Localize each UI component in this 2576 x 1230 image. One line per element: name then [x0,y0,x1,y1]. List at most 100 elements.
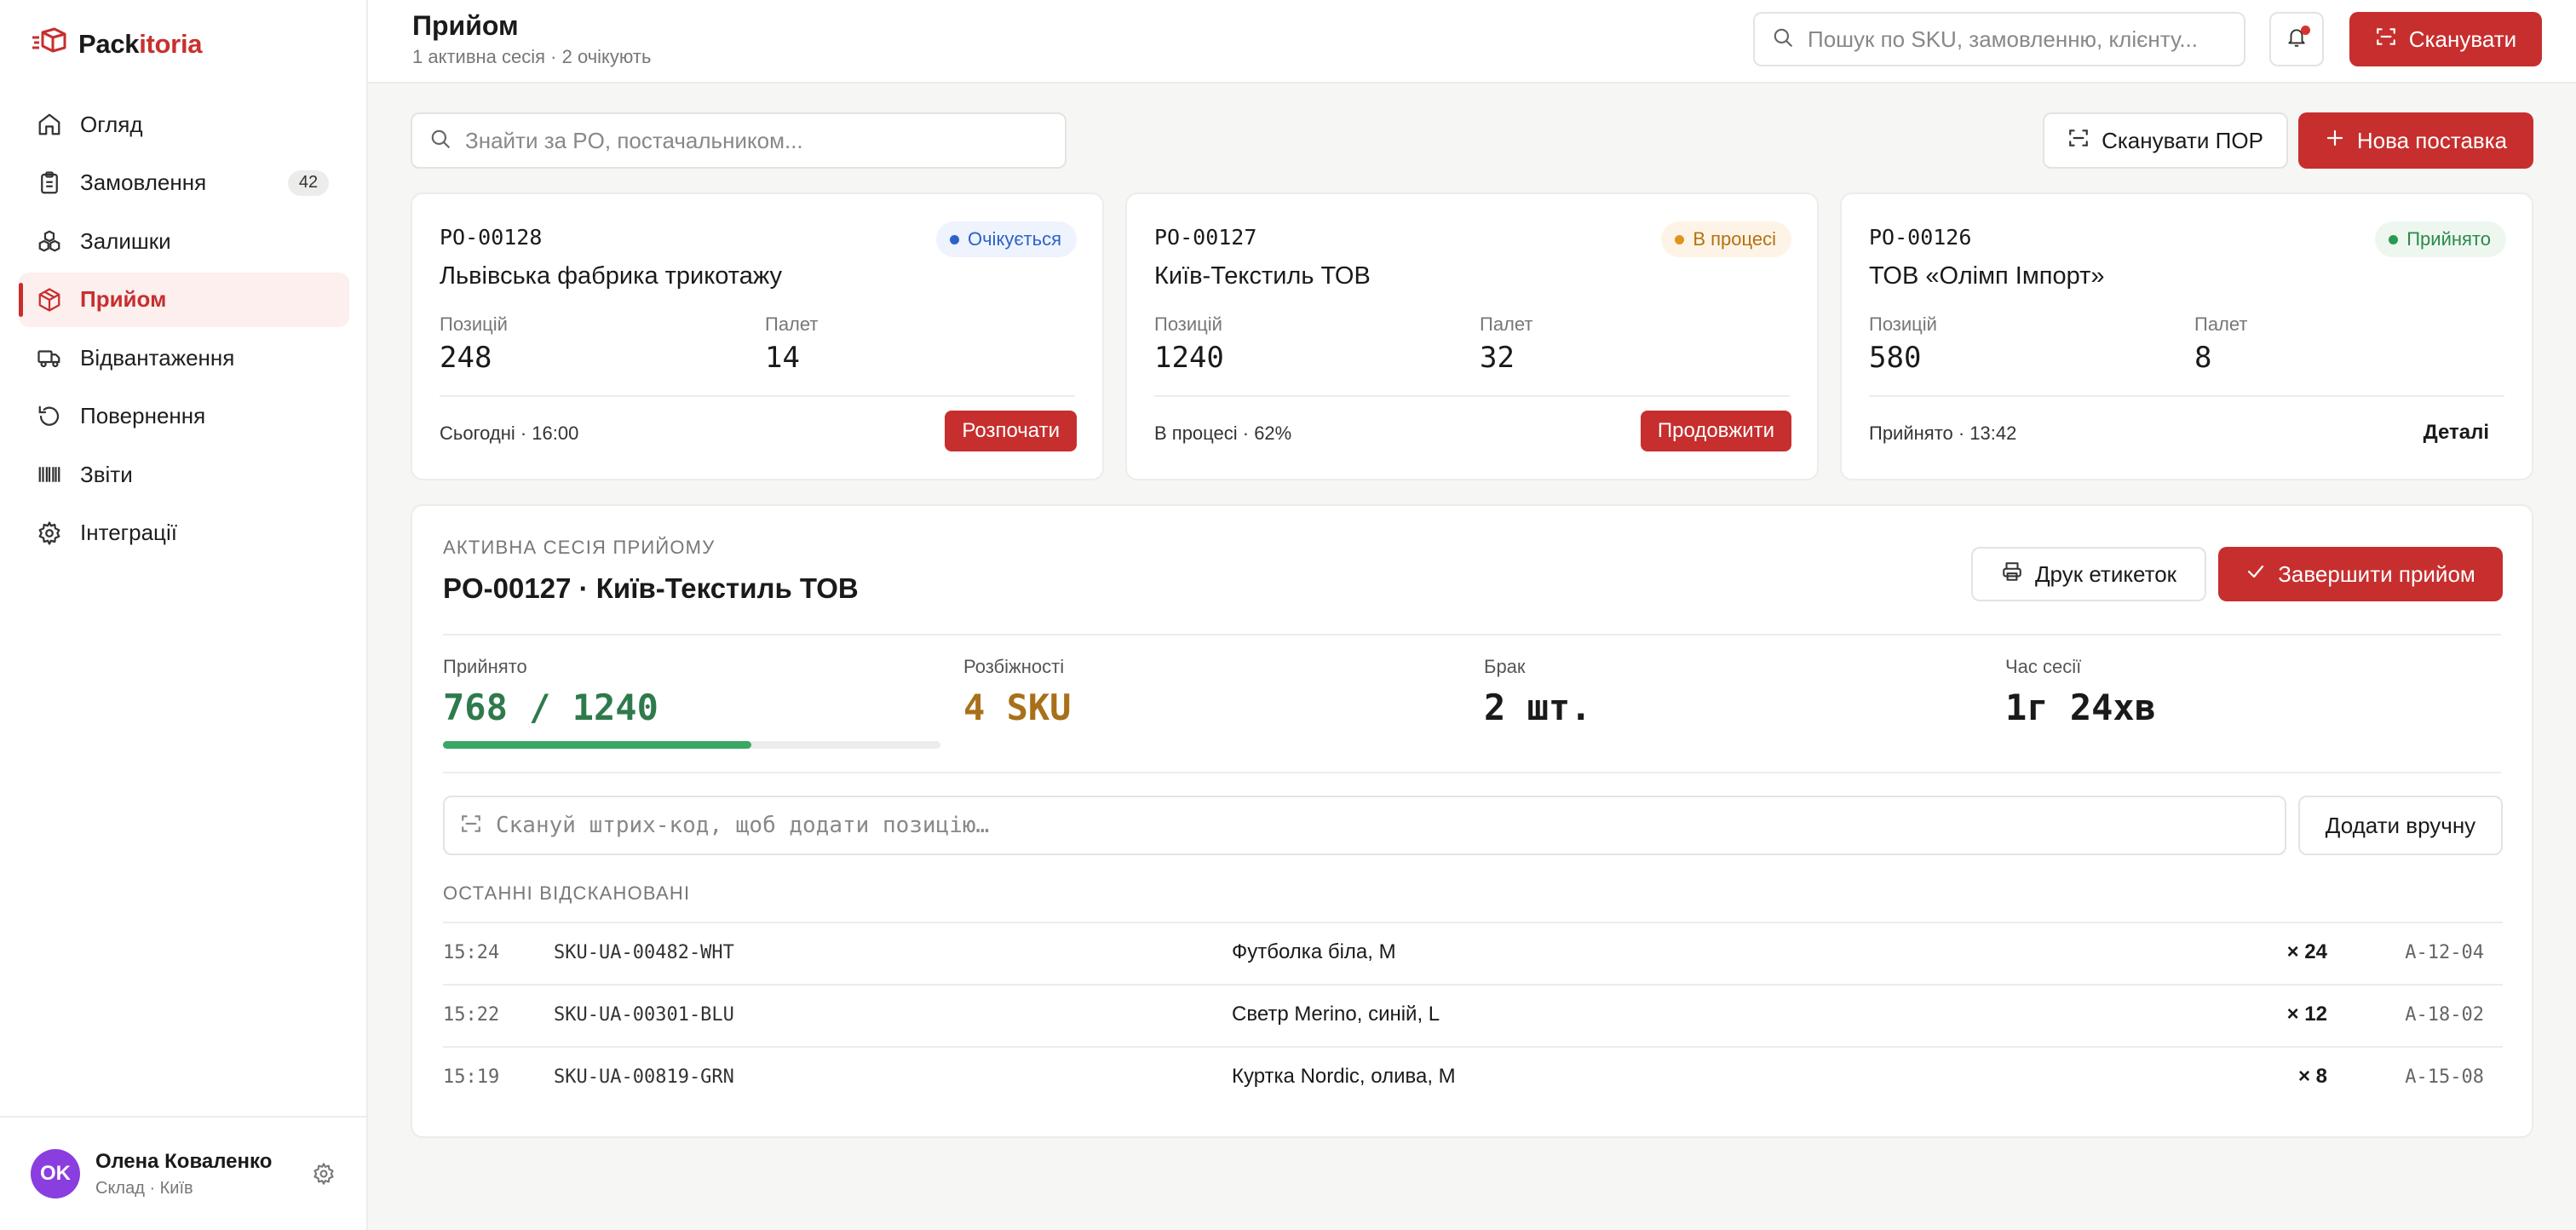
status-dot [2389,234,2399,244]
scan-location: A-15-08 [2405,1066,2484,1088]
po-number: PO-00127 [1154,225,1257,250]
kpi-label: Розбіжності [963,656,1065,677]
pallets-value: 32 [1480,341,1515,375]
positions-label: Позицій [1869,313,1937,335]
details-button[interactable]: Деталі [2424,421,2489,445]
po-filter-input[interactable] [465,127,1065,154]
logo-text-main: Pack [78,29,140,59]
kpi-accepted: Прийнято 768 / 1240 [443,656,658,728]
barcode-icon [36,461,63,488]
sidebar-item-label: Повернення [80,403,206,428]
user-profile[interactable]: OK Олена Коваленко Склад · Київ [0,1116,366,1230]
po-number: PO-00126 [1869,225,1972,250]
printer-icon [2001,560,2023,589]
truck-icon [36,344,63,371]
scan-location: A-12-04 [2405,942,2484,963]
po-card[interactable]: PO-00127 Київ-Текстиль ТОВ В процесі Поз… [1125,193,1819,480]
accepted-progress-bar [443,741,940,749]
sidebar-item-integrations[interactable]: Інтеграції [19,506,349,560]
start-button[interactable]: Розпочати [945,411,1077,451]
scan-time: 15:19 [443,1066,500,1088]
po-supplier: ТОВ «Олімп Імпорт» [1869,262,2105,290]
status-badge: Прийнято [2375,221,2506,257]
kpi-label: Брак [1484,656,1526,677]
po-card[interactable]: PO-00126 ТОВ «Олімп Імпорт» Прийнято Поз… [1840,193,2533,480]
positions-value: 248 [440,341,492,375]
notifications-button[interactable] [2269,12,2324,66]
kpi-label: Прийнято [443,656,527,677]
scan-qty: × 8 [2297,1065,2327,1088]
scan-time: 15:24 [443,942,500,963]
sidebar-item-overview[interactable]: Огляд [19,97,349,152]
card-footer-info: В процесі · 62% [1154,422,1292,444]
po-card[interactable]: PO-00128 Львівська фабрика трикотажу Очі… [411,193,1104,480]
status-dot [1675,234,1685,244]
logo[interactable]: Packitoria [31,26,203,63]
sidebar-item-orders[interactable]: Замовлення 42 [19,156,349,210]
scan-qty: × 24 [2286,940,2327,963]
check-icon [2245,561,2266,588]
print-labels-button[interactable]: Друк етикеток [1971,547,2206,601]
gear-icon [36,520,63,547]
sidebar-nav: Огляд Замовлення 42 Залишки Прийом Відва… [19,97,349,564]
list-item[interactable]: 15:19 SKU-UA-00819-GRN Куртка Nordic, ол… [443,1046,2503,1108]
sidebar-item-receiving[interactable]: Прийом [19,272,349,327]
list-item[interactable]: 15:24 SKU-UA-00482-WHT Футболка біла, M … [443,922,2503,984]
kpi-label: Час сесії [2005,656,2082,677]
kpi-defects: Брак 2 шт. [1484,656,1591,728]
sidebar: Packitoria Огляд Замовлення 42 Залишки П… [0,0,368,1230]
add-manually-button[interactable]: Додати вручну [2298,796,2503,855]
recent-scans-list: 15:24 SKU-UA-00482-WHT Футболка біла, M … [443,922,2503,1108]
positions-label: Позицій [1154,313,1222,335]
scan-por-label: Сканувати ПОР [2102,127,2263,153]
po-supplier: Київ-Текстиль ТОВ [1154,262,1371,290]
finish-receiving-button[interactable]: Завершити прийом [2218,547,2503,601]
divider [440,395,1075,397]
barcode-scan-field[interactable] [443,796,2286,855]
positions-label: Позицій [440,313,508,335]
pallets-label: Палет [765,313,819,335]
scan-icon [460,813,482,839]
sidebar-item-returns[interactable]: Повернення [19,389,349,444]
user-role: Склад · Київ [95,1178,193,1198]
status-badge: Очікується [935,221,1077,257]
sidebar-item-shipping[interactable]: Відвантаження [19,330,349,385]
divider [1154,395,1790,397]
sidebar-item-reports[interactable]: Звіти [19,447,349,502]
pallets-value: 14 [765,341,800,375]
scan-icon [2067,127,2090,155]
scan-button[interactable]: Сканувати [2349,12,2542,66]
global-search-input[interactable] [1808,26,2244,53]
scan-sku: SKU-UA-00301-BLU [554,1004,734,1026]
kpi-value: 768 / 1240 [443,687,658,728]
list-item[interactable]: 15:22 SKU-UA-00301-BLU Светр Merino, син… [443,984,2503,1046]
scan-sku: SKU-UA-00482-WHT [554,942,734,963]
status-dot [949,234,959,244]
session-caption: АКТИВНА СЕСІЯ ПРИЙОМУ [443,537,716,558]
search-icon [429,128,451,154]
sidebar-item-label: Інтеграції [80,520,177,545]
sidebar-item-label: Відвантаження [80,344,235,371]
finish-receiving-label: Завершити прийом [2278,560,2475,587]
user-info: Олена Коваленко Склад · Київ [95,1150,272,1198]
logo-box-icon [31,27,66,62]
scan-por-button[interactable]: Сканувати ПОР [2043,112,2288,169]
sidebar-item-stock[interactable]: Залишки [19,214,349,268]
search-icon [1772,26,1794,53]
po-filter-search[interactable] [411,112,1067,169]
barcode-scan-input[interactable] [496,813,2285,838]
status-label: В процесі [1693,228,1776,250]
notification-dot [2301,26,2310,35]
boxes-icon [36,227,63,255]
scan-item-name: Футболка біла, M [1232,940,1396,963]
pallets-value: 8 [2194,341,2212,375]
progress-fill [443,741,752,749]
continue-button[interactable]: Продовжити [1640,411,1791,451]
kpi-session-time: Час сесії 1г 24хв [2005,656,2156,728]
clipboard-icon [36,170,63,197]
package-icon [36,286,63,313]
new-supply-button[interactable]: Нова поставка [2298,112,2533,169]
user-settings-gear-icon[interactable] [312,1162,336,1190]
global-search[interactable] [1753,12,2245,66]
divider [443,772,2501,773]
